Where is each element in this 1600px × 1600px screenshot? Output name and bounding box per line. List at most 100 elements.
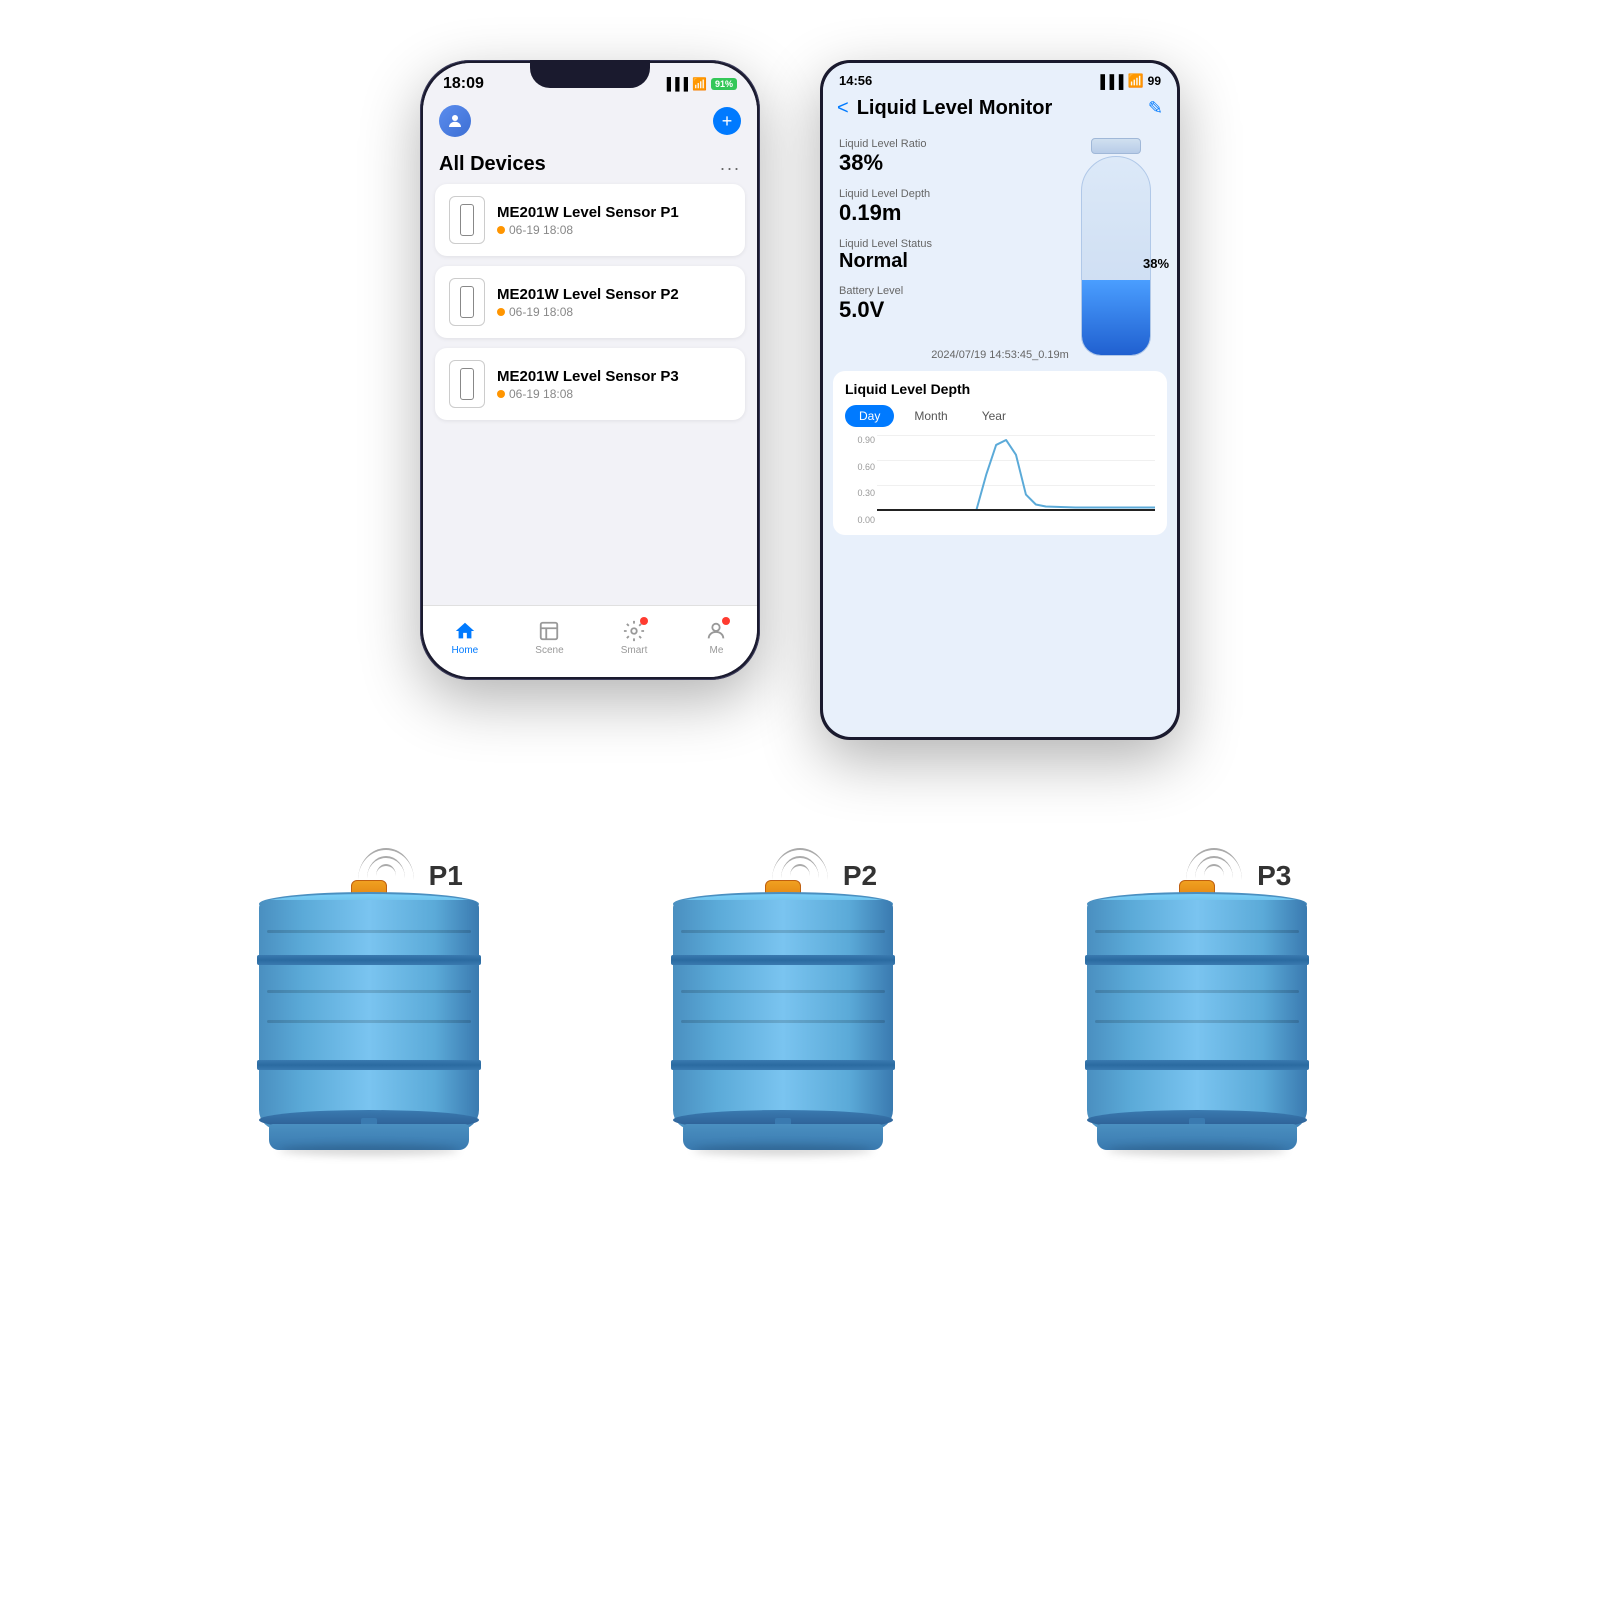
- depth-value: 0.19m: [839, 200, 1055, 226]
- sensor-icon-p1: [460, 204, 474, 236]
- monitor-header: < Liquid Level Monitor ✎: [823, 93, 1177, 128]
- sensor-area: Liquid Level Ratio 38% Liquid Level Dept…: [823, 128, 1177, 345]
- signal-dot-p1: [497, 226, 505, 234]
- x-axis-line: [877, 509, 1155, 511]
- device-item-p1[interactable]: ME201W Level Sensor P1 06-19 18:08: [435, 184, 745, 256]
- device-item-p2[interactable]: ME201W Level Sensor P2 06-19 18:08: [435, 266, 745, 338]
- more-menu-icon[interactable]: ...: [720, 154, 741, 175]
- device-time-p1: 06-19 18:08: [497, 223, 679, 237]
- tank-container: [1081, 156, 1151, 356]
- chart-svg: [877, 435, 1155, 510]
- rib4-p2: [681, 1020, 885, 1023]
- rib1-p2: [681, 930, 885, 933]
- tab-month[interactable]: Month: [900, 405, 961, 427]
- nav-me[interactable]: Me: [704, 619, 728, 656]
- device-name-p1: ME201W Level Sensor P1: [497, 204, 679, 221]
- device-time-p3: 06-19 18:08: [497, 387, 679, 401]
- sensor-data: Liquid Level Ratio 38% Liquid Level Dept…: [839, 138, 1055, 335]
- barrel-shadow-p1: [279, 1144, 459, 1156]
- device-item-p3[interactable]: ME201W Level Sensor P3 06-19 18:08: [435, 348, 745, 420]
- tab-year[interactable]: Year: [968, 405, 1020, 427]
- status-value: Normal: [839, 250, 1055, 273]
- barrels-section: P1: [0, 760, 1600, 1150]
- device-icon-p2: [449, 278, 485, 326]
- tank-cap: [1091, 138, 1141, 154]
- barrel-shadow-p3: [1107, 1144, 1287, 1156]
- battery-row: Battery Level 5.0V: [839, 285, 1055, 323]
- ratio-row: Liquid Level Ratio 38%: [839, 138, 1055, 176]
- barrel-label-p3: P3: [1257, 860, 1291, 892]
- barrel-p3: P3: [1077, 820, 1351, 1150]
- y-label-2: 0.30: [845, 488, 875, 498]
- y-label-1: 0.00: [845, 515, 875, 525]
- hoop-top-p2: [671, 955, 895, 965]
- y-label-4: 0.90: [845, 435, 875, 445]
- phone1-frame: 18:09 ▐▐▐ 📶 91% + All Devices ...: [420, 60, 760, 680]
- rib4-p3: [1095, 1020, 1299, 1023]
- tank-water: [1082, 280, 1150, 355]
- hoop-top-p1: [257, 955, 481, 965]
- home-icon: [453, 619, 477, 643]
- edit-icon[interactable]: ✎: [1148, 98, 1163, 119]
- tab-day[interactable]: Day: [845, 405, 894, 427]
- signal-icon: ▐▐▐: [663, 77, 689, 91]
- barrel-p2: P2: [663, 820, 937, 1150]
- rib1-p3: [1095, 930, 1299, 933]
- phone2-frame: 14:56 ▐▐▐ 📶 99 < Liquid Level Monitor ✎ …: [820, 60, 1180, 740]
- barrel-body-p1: [249, 870, 489, 1150]
- battery-value-2: 5.0V: [839, 297, 1055, 323]
- rib1-p1: [267, 930, 471, 933]
- hoop-bottom-p3: [1085, 1060, 1309, 1070]
- wifi-icon: 📶: [692, 77, 707, 91]
- device-name-p2: ME201W Level Sensor P2: [497, 286, 679, 303]
- signal-dot-p2: [497, 308, 505, 316]
- rib3-p1: [267, 990, 471, 993]
- scene-icon: [537, 619, 561, 643]
- smart-badge: [640, 617, 648, 625]
- barrel-cylinder-p1: [259, 900, 479, 1130]
- back-button[interactable]: <: [837, 97, 849, 120]
- status-icons-1: ▐▐▐ 📶 91%: [663, 77, 737, 91]
- chart-title: Liquid Level Depth: [845, 381, 1155, 397]
- device-list: ME201W Level Sensor P1 06-19 18:08 ME201…: [423, 180, 757, 434]
- y-axis-labels: 0.90 0.60 0.30 0.00: [845, 435, 875, 525]
- status-label: Liquid Level Status: [839, 238, 1055, 250]
- sensor-icon-p2: [460, 286, 474, 318]
- chart-area: 0.90 0.60 0.30 0.00: [845, 435, 1155, 525]
- rib3-p3: [1095, 990, 1299, 993]
- tank-visual: 38%: [1071, 138, 1161, 271]
- barrel-cylinder-p2: [673, 900, 893, 1130]
- device-info-p2: ME201W Level Sensor P2 06-19 18:08: [497, 286, 679, 319]
- nav-scene[interactable]: Scene: [535, 619, 563, 656]
- signal-icon-2: ▐▐▐: [1096, 74, 1124, 89]
- depth-label: Liquid Level Depth: [839, 188, 1055, 200]
- hoop-bottom-p2: [671, 1060, 895, 1070]
- me-icon: [704, 619, 728, 643]
- status-row: Liquid Level Status Normal: [839, 238, 1055, 273]
- tank-pct-label: 38%: [1143, 256, 1161, 271]
- device-icon-p3: [449, 360, 485, 408]
- ratio-value: 38%: [839, 150, 1055, 176]
- bottom-nav: Home Scene Smart: [423, 605, 757, 677]
- chart-tabs: Day Month Year: [845, 405, 1155, 427]
- status-bar-2: 14:56 ▐▐▐ 📶 99: [823, 63, 1177, 93]
- barrel-shadow-p2: [693, 1144, 873, 1156]
- phone2-inner: 14:56 ▐▐▐ 📶 99 < Liquid Level Monitor ✎ …: [823, 63, 1177, 737]
- rib3-p2: [681, 990, 885, 993]
- y-label-3: 0.60: [845, 462, 875, 472]
- barrel-body-p2: [663, 870, 903, 1150]
- notch: [530, 60, 650, 88]
- nav-home[interactable]: Home: [452, 619, 479, 656]
- battery-2: 99: [1148, 74, 1161, 88]
- phone1-inner: 18:09 ▐▐▐ 📶 91% + All Devices ...: [423, 63, 757, 677]
- chart-section: Liquid Level Depth Day Month Year 0.90 0…: [833, 371, 1167, 535]
- me-badge: [722, 617, 730, 625]
- status-time-1: 18:09: [443, 75, 484, 93]
- nav-smart[interactable]: Smart: [621, 619, 648, 656]
- device-icon-p1: [449, 196, 485, 244]
- avatar[interactable]: [439, 105, 471, 137]
- ratio-label: Liquid Level Ratio: [839, 138, 1055, 150]
- device-info-p3: ME201W Level Sensor P3 06-19 18:08: [497, 368, 679, 401]
- hoop-bottom-p1: [257, 1060, 481, 1070]
- add-device-button[interactable]: +: [713, 107, 741, 135]
